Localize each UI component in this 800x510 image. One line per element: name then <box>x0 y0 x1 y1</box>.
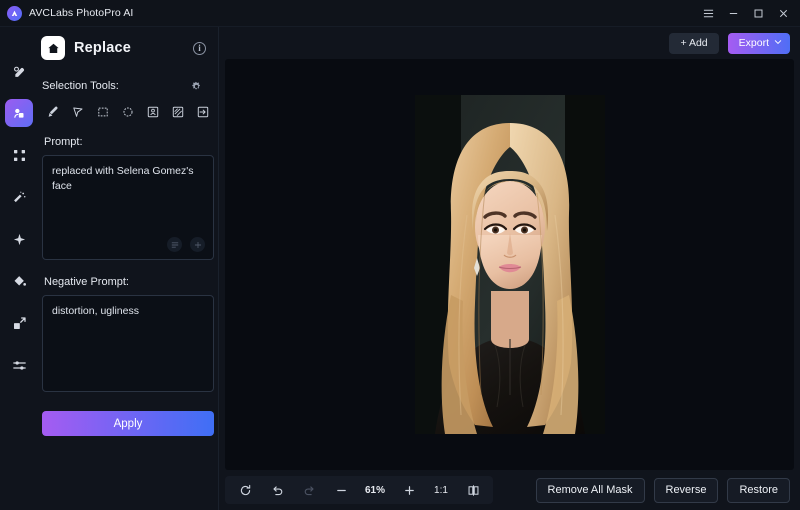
prompt-label: Prompt: <box>44 136 83 148</box>
bottom-toolbar: 61% 1:1 Remove All Mask Reverse Restore <box>219 470 800 510</box>
panel-content: Selection Tools: Prompt: replaced with S… <box>38 65 218 392</box>
reverse-button[interactable]: Reverse <box>653 477 719 503</box>
prompt-actions <box>167 237 205 252</box>
restore-button[interactable]: Restore <box>727 477 790 503</box>
export-button[interactable]: Export <box>727 32 790 54</box>
tool-brush[interactable] <box>44 103 61 120</box>
rail-item-replace[interactable] <box>5 99 33 127</box>
tool-portrait-select[interactable] <box>144 103 161 120</box>
info-icon[interactable]: i <box>193 41 206 55</box>
prompt-input[interactable]: replaced with Selena Gomez's face <box>42 155 214 260</box>
eraser-retouch-icon <box>12 64 27 79</box>
portrait-photo-graphic <box>414 95 605 434</box>
rail-item-resize[interactable] <box>5 309 33 337</box>
zoom-level[interactable]: 61% <box>357 477 393 503</box>
maximize-icon[interactable] <box>746 2 771 24</box>
expand-corners-icon <box>12 148 27 163</box>
tool-pattern-select[interactable] <box>169 103 186 120</box>
apply-button[interactable]: Apply <box>42 411 214 436</box>
home-icon[interactable] <box>41 36 65 60</box>
remove-all-mask-button[interactable]: Remove All Mask <box>535 477 645 503</box>
tool-ellipse-select[interactable] <box>119 103 136 120</box>
zoom-controls: 61% 1:1 <box>225 476 493 504</box>
hamburger-menu-icon[interactable] <box>696 2 721 24</box>
gear-icon[interactable] <box>191 81 202 92</box>
import-selection-icon <box>196 105 210 119</box>
editor-area: + Add Export 61% 1:1 Remove All Mask Rev… <box>219 27 800 510</box>
portrait-select-icon <box>146 105 160 119</box>
title-bar: AVCLabs PhotoPro AI <box>0 0 800 27</box>
magic-wand-icon <box>12 190 27 205</box>
negative-prompt-value: distortion, ugliness <box>52 305 139 317</box>
tool-rail <box>0 27 38 510</box>
add-button[interactable]: + Add <box>669 32 719 54</box>
rail-item-eraser-retouch[interactable] <box>5 57 33 85</box>
paint-bucket-icon <box>12 274 27 289</box>
replace-face-icon <box>12 106 27 121</box>
image-canvas[interactable] <box>225 59 794 470</box>
rail-item-magic-wand[interactable] <box>5 183 33 211</box>
resize-arrow-icon <box>12 316 27 331</box>
rail-item-paint-bucket[interactable] <box>5 267 33 295</box>
tool-import-selection[interactable] <box>194 103 211 120</box>
prompt-add-icon[interactable] <box>190 237 205 252</box>
rectangle-select-icon <box>96 105 110 119</box>
left-panel: Replace i Selection Tools: Prompt: repla… <box>38 27 219 510</box>
tool-rectangle-select[interactable] <box>94 103 111 120</box>
panel-header: Replace i <box>38 31 218 65</box>
rail-item-expand[interactable] <box>5 141 33 169</box>
application-window: AVCLabs PhotoPro AI Replace i Selection … <box>0 0 800 510</box>
compare-split-icon[interactable] <box>457 477 489 503</box>
minimize-icon[interactable] <box>721 2 746 24</box>
mask-actions: Remove All Mask Reverse Restore <box>535 477 792 503</box>
close-icon[interactable] <box>771 2 796 24</box>
pattern-select-icon <box>171 105 185 119</box>
negative-prompt-input[interactable]: distortion, ugliness <box>42 295 214 392</box>
prompt-list-icon[interactable] <box>167 237 182 252</box>
selection-tools-header: Selection Tools: <box>42 80 214 92</box>
avclabs-logo-icon <box>7 5 22 21</box>
actual-size-button[interactable]: 1:1 <box>425 477 457 503</box>
reset-rotate-icon[interactable] <box>229 477 261 503</box>
zoom-in-icon[interactable] <box>393 477 425 503</box>
page-title: Replace <box>74 40 132 56</box>
editor-topbar: + Add Export <box>219 27 800 59</box>
undo-icon[interactable] <box>261 477 293 503</box>
ellipse-select-icon <box>121 105 135 119</box>
portrait-photo[interactable] <box>414 95 605 434</box>
adjustments-sliders-icon <box>12 358 27 373</box>
tool-lasso-pointer[interactable] <box>69 103 86 120</box>
export-label: Export <box>738 37 769 49</box>
selection-tools-row <box>42 103 214 120</box>
rail-item-adjustments[interactable] <box>5 351 33 379</box>
prompt-value: replaced with Selena Gomez's face <box>52 165 194 192</box>
zoom-out-icon[interactable] <box>325 477 357 503</box>
selection-tools-label: Selection Tools: <box>42 80 119 92</box>
brush-icon <box>46 105 60 119</box>
enhance-sparkle-icon <box>12 232 27 247</box>
rail-item-enhance[interactable] <box>5 225 33 253</box>
lasso-pointer-icon <box>71 105 85 119</box>
main-body: Replace i Selection Tools: Prompt: repla… <box>0 27 800 510</box>
redo-icon[interactable] <box>293 477 325 503</box>
chevron-down-icon <box>774 37 782 49</box>
negative-prompt-label: Negative Prompt: <box>44 276 129 288</box>
app-title: AVCLabs PhotoPro AI <box>29 7 134 19</box>
apply-button-wrap: Apply <box>38 411 218 436</box>
